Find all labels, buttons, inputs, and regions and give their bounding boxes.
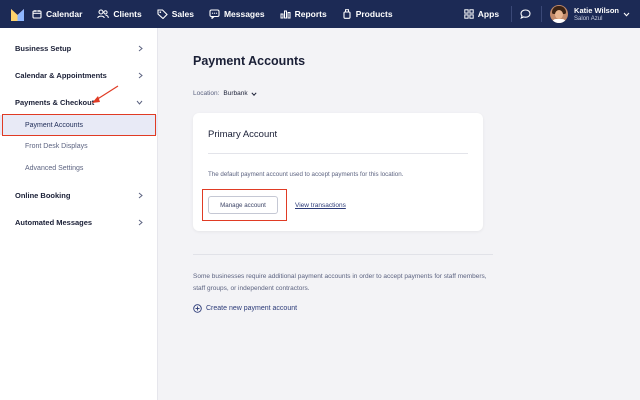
user-name: Katie Wilson — [574, 5, 619, 15]
section-divider — [193, 254, 493, 255]
sidebar-subitem-label: Front Desk Displays — [25, 142, 88, 150]
sidebar-item-label: Business Setup — [15, 43, 72, 53]
settings-sidebar: Business Setup Calendar & Appointments P… — [0, 28, 158, 400]
create-payment-account-link[interactable]: Create new payment account — [193, 304, 297, 313]
nav-calendar[interactable]: Calendar — [32, 9, 82, 19]
sidebar-item-label: Calendar & Appointments — [15, 70, 107, 80]
sidebar-item-automated-messages[interactable]: Automated Messages — [0, 211, 158, 233]
salon-name: Salon Azul — [574, 15, 603, 22]
nav-divider — [541, 6, 543, 22]
sidebar-item-business-setup[interactable]: Business Setup — [0, 37, 158, 59]
top-nav: Calendar Clients Sales Messages Reports … — [0, 0, 640, 28]
clients-icon — [97, 9, 110, 19]
sidebar-item-payments-checkout[interactable]: Payments & Checkout — [0, 91, 158, 113]
avatar[interactable] — [550, 5, 569, 23]
view-transactions-link[interactable]: View transactions — [295, 202, 346, 209]
location-label: Location: — [193, 90, 220, 97]
chevron-down-icon — [251, 91, 257, 96]
sidebar-item-online-booking[interactable]: Online Booking — [0, 184, 158, 206]
nav-products[interactable]: Products — [342, 9, 393, 19]
highlight-box — [202, 189, 287, 221]
tag-icon — [157, 9, 168, 19]
nav-reports-label: Reports — [294, 9, 327, 19]
highlight-box — [2, 114, 156, 136]
calendar-icon — [32, 10, 42, 19]
nav-calendar-label: Calendar — [46, 9, 83, 19]
chevron-right-icon — [138, 72, 143, 78]
sidebar-subitem-advanced-settings[interactable]: Advanced Settings — [0, 158, 158, 178]
nav-clients[interactable]: Clients — [97, 9, 142, 19]
nav-reports[interactable]: Reports — [280, 9, 327, 19]
chevron-down-icon[interactable] — [623, 12, 630, 17]
chevron-right-icon — [138, 219, 143, 225]
additional-accounts-note: Some businesses require additional payme… — [193, 273, 487, 292]
grid-icon — [464, 9, 474, 19]
chevron-right-icon — [138, 192, 143, 198]
nav-messages-label: Messages — [223, 9, 265, 19]
plus-circle-icon — [193, 304, 202, 313]
location-value: Burbank — [223, 90, 248, 97]
nav-apps-label: Apps — [477, 9, 500, 19]
location-selector[interactable]: Location: Burbank — [193, 90, 257, 97]
nav-sales-label: Sales — [171, 9, 194, 19]
create-payment-account-label: Create new payment account — [206, 305, 298, 312]
nav-sales[interactable]: Sales — [157, 9, 194, 19]
user-info[interactable]: Katie Wilson Salon Azul — [574, 6, 619, 23]
chevron-right-icon — [138, 45, 143, 51]
nav-clients-label: Clients — [113, 9, 142, 19]
card-title: Primary Account — [208, 129, 278, 140]
card-divider — [208, 153, 468, 154]
logo-icon[interactable] — [11, 8, 24, 21]
products-icon — [343, 9, 351, 19]
page-title: Payment Accounts — [193, 54, 306, 68]
message-icon — [209, 9, 220, 19]
nav-divider — [511, 6, 513, 22]
sidebar-subitem-front-desk-displays[interactable]: Front Desk Displays — [0, 136, 158, 156]
sidebar-item-label: Automated Messages — [15, 217, 93, 227]
nav-products-label: Products — [355, 9, 393, 19]
sidebar-item-label: Payments & Checkout — [15, 97, 95, 107]
nav-messages[interactable]: Messages — [209, 9, 265, 19]
bar-chart-icon — [280, 10, 291, 19]
sidebar-subitem-label: Advanced Settings — [25, 164, 84, 172]
sidebar-item-label: Online Booking — [15, 190, 71, 200]
sidebar-item-calendar-appointments[interactable]: Calendar & Appointments — [0, 64, 158, 86]
chevron-down-icon — [136, 100, 143, 105]
nav-apps[interactable]: Apps — [464, 9, 499, 19]
chat-icon[interactable] — [520, 9, 531, 19]
card-description: The default payment account used to acce… — [208, 171, 404, 178]
